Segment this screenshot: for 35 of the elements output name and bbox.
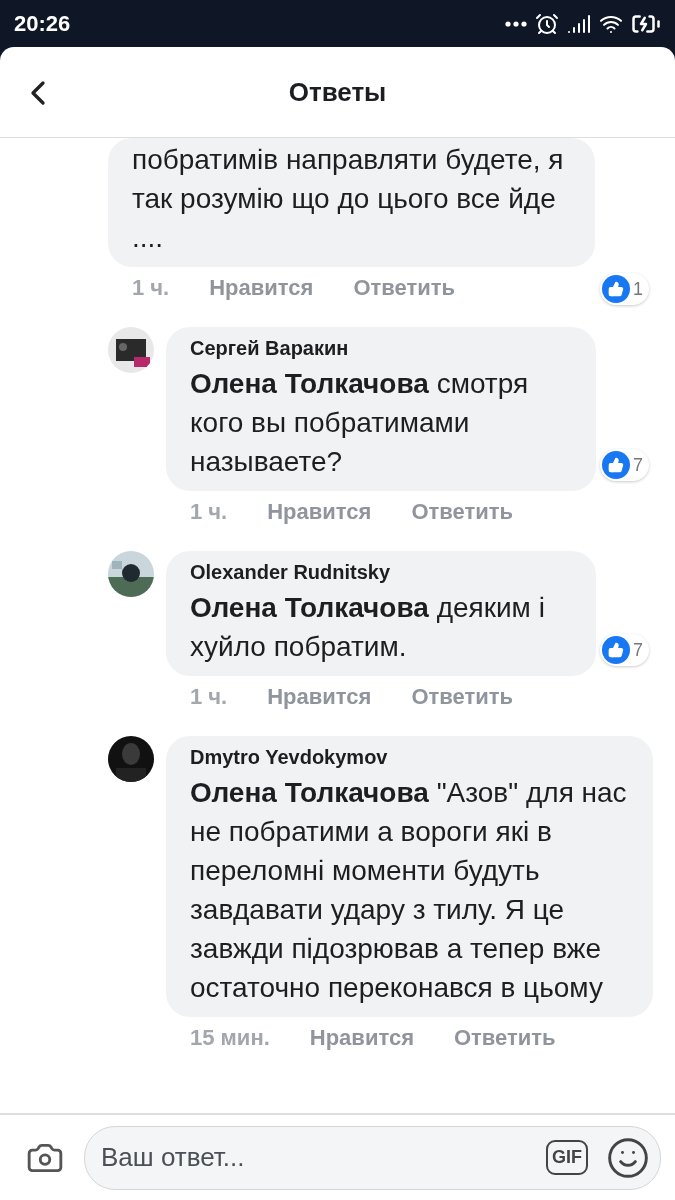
comment-time: 1 ч. <box>190 684 228 710</box>
like-link[interactable]: Нравится <box>267 684 372 710</box>
more-icon <box>505 20 527 27</box>
like-count-badge[interactable]: 7 <box>600 634 649 666</box>
thumbs-up-icon <box>602 636 630 664</box>
like-count: 7 <box>633 639 643 661</box>
comment-text: побратимів направляти будете, я так розумію що до цього все йде .... <box>132 143 565 255</box>
page-title: Ответы <box>288 76 387 108</box>
thumbs-up-icon <box>602 275 630 303</box>
reply-link[interactable]: Ответить <box>411 684 514 710</box>
reply-link[interactable]: Ответить <box>411 499 514 525</box>
like-link[interactable]: Нравится <box>267 499 372 525</box>
status-time: 20:26 <box>14 10 71 37</box>
comment-time: 1 ч. <box>132 275 170 301</box>
comment-author[interactable]: Сергей Варакин <box>190 337 572 360</box>
alarm-icon <box>535 11 559 36</box>
emoji-icon[interactable] <box>606 1135 650 1180</box>
comment-time: 1 ч. <box>190 499 228 525</box>
comment-author[interactable]: Dmytro Yevdokymov <box>190 746 629 769</box>
comment-text: Олена Толкачова смотря кого вы побратимами называете? <box>190 367 530 479</box>
reply-link[interactable]: Ответить <box>453 1025 556 1051</box>
reply-field[interactable]: Ваш ответ... GIF <box>84 1125 661 1190</box>
reply-link[interactable]: Ответить <box>353 275 456 301</box>
comment-author[interactable]: Olexander Rudnitsky <box>190 561 572 584</box>
comment-time: 15 мин. <box>190 1025 270 1051</box>
comment-text: Олена Толкачова "Азов" для нас не побратими а вороги які в переломні моменти будуть завдавати удару з тилу. Я це завжди підозрював а тепер вже остаточно переконався в цьому <box>190 776 628 1005</box>
comment-text: Олена Толкачова деяким і хуйло побратим. <box>190 591 546 664</box>
thumbs-up-icon <box>602 451 630 479</box>
like-link[interactable]: Нравится <box>209 275 314 301</box>
gif-button[interactable]: GIF <box>546 1140 588 1175</box>
like-link[interactable]: Нравится <box>309 1025 414 1051</box>
like-count-badge[interactable]: 1 <box>600 273 649 305</box>
like-count: 1 <box>633 278 643 300</box>
like-count: 7 <box>633 454 643 476</box>
like-count-badge[interactable]: 7 <box>600 449 649 481</box>
